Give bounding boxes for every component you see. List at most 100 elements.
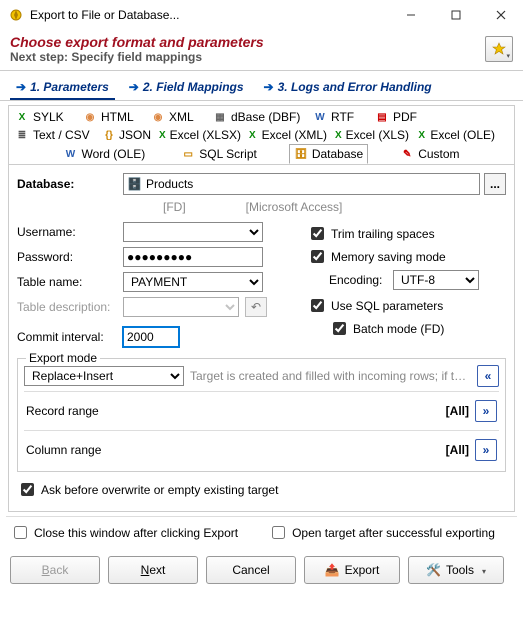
next-button[interactable]: Next [108,556,198,584]
format-label: Custom [418,147,459,161]
export-button[interactable]: 📤Export [304,556,400,584]
database-icon: 🗄️ [127,177,142,191]
format-label: Text / CSV [33,128,90,142]
format-icon: X [417,128,426,142]
tab-logs[interactable]: ➔3. Logs and Error Handling [258,77,438,100]
password-label: Password: [17,250,117,264]
format-xml[interactable]: ◉ XML [147,108,209,126]
db-driver-label: [FD] [163,200,186,214]
format-custom[interactable]: ✎ Custom [396,144,463,164]
export-mode-select[interactable]: Replace+Insert [24,366,184,386]
use-sql-params-checkbox[interactable]: Use SQL parameters [307,296,506,315]
format-label: Word (OLE) [81,147,145,161]
cancel-button[interactable]: Cancel [206,556,296,584]
app-icon [8,7,24,23]
format-label: JSON [119,128,151,142]
minimize-button[interactable] [388,1,433,29]
column-range-label: Column range [26,443,446,457]
tools-icon: 🛠️ [426,563,441,577]
page-subtitle: Next step: Specify field mappings [10,50,485,64]
format-label: dBase (DBF) [231,110,300,124]
format-excel-ole-[interactable]: X Excel (OLE) [413,126,499,144]
database-combo[interactable]: 🗄️ Products [123,173,480,195]
encoding-select[interactable]: UTF-8 [393,270,479,290]
close-button[interactable] [478,1,523,29]
format-label: RTF [331,110,354,124]
format-label: Excel (OLE) [430,128,495,142]
header: Choose export format and parameters Next… [0,30,523,71]
table-name-label: Table name: [17,275,117,289]
format-sql-script[interactable]: ▭ SQL Script [177,144,261,164]
format-label: XML [169,110,194,124]
format-icon: {} [103,128,115,142]
tab-parameters[interactable]: ➔1. Parameters [10,77,115,100]
column-range-expand-button[interactable]: » [475,439,497,461]
format-excel-xml-[interactable]: XExcel (XML) [243,126,331,144]
record-range-value: [All] [446,404,469,418]
format-label: Excel (XLS) [346,128,409,142]
format-icon: W [313,110,327,124]
password-field[interactable] [123,247,263,267]
table-desc-revert-button[interactable]: ↶ [245,297,267,317]
tools-button[interactable]: 🛠️Tools [408,556,504,584]
username-field[interactable] [123,222,263,242]
window-title: Export to File or Database... [30,8,388,22]
format-icon: ◉ [151,110,165,124]
format-icon: ▤ [375,110,389,124]
format-database[interactable]: 🗄 Database [289,144,368,164]
open-target-checkbox[interactable]: Open target after successful exporting [268,523,495,542]
ask-overwrite-checkbox[interactable]: Ask before overwrite or empty existing t… [17,480,506,499]
format-icon: 🗄 [294,147,308,161]
wizard-tabs: ➔1. Parameters ➔2. Field Mappings ➔3. Lo… [0,71,523,101]
format-text-csv[interactable]: ≣Text / CSV [11,126,99,144]
maximize-button[interactable] [433,1,478,29]
record-range-expand-button[interactable]: » [475,400,497,422]
format-pdf[interactable]: ▤PDF [371,108,431,126]
favorites-button[interactable] [485,36,513,62]
memory-saving-checkbox[interactable]: Memory saving mode [307,247,506,266]
footer-options: Close this window after clicking Export … [0,517,523,552]
database-browse-button[interactable]: ... [484,173,506,195]
tab-field-mappings[interactable]: ➔2. Field Mappings [123,77,250,100]
format-icon: ✎ [400,147,414,161]
format-icon: ▦ [213,110,227,124]
page-title: Choose export format and parameters [10,34,485,50]
format-icon: ▭ [181,147,195,161]
format-sylk[interactable]: XSYLK [11,108,79,126]
format-json[interactable]: {} JSON [99,126,155,144]
commit-interval-field[interactable] [123,327,179,347]
export-mode-hint: Target is created and filled with incomi… [190,369,471,383]
format-excel-xls-[interactable]: X Excel (XLS) [331,126,413,144]
format-icon: X [159,128,166,142]
footer-buttons: Back Next Cancel 📤Export 🛠️Tools [0,552,523,594]
format-icon: ◉ [83,110,97,124]
format-word-ole-[interactable]: W Word (OLE) [59,144,149,164]
trim-trailing-checkbox[interactable]: Trim trailing spaces [307,224,506,243]
format-excel-xlsx-[interactable]: X Excel (XLSX) [155,126,243,144]
parameters-panel: Database: 🗄️ Products ... [FD] [Microsof… [8,164,515,512]
format-icon: X [335,128,342,142]
back-button[interactable]: Back [10,556,100,584]
export-mode-collapse-button[interactable]: « [477,365,499,387]
format-label: Database [312,147,363,161]
arrow-icon: ➔ [16,80,26,94]
encoding-label: Encoding: [329,273,389,287]
format-html[interactable]: ◉HTML [79,108,147,126]
table-desc-label: Table description: [17,300,117,314]
batch-mode-checkbox[interactable]: Batch mode (FD) [329,319,506,338]
commit-interval-label: Commit interval: [17,330,117,344]
export-icon: 📤 [325,563,340,577]
format-label: SQL Script [199,147,257,161]
record-range-label: Record range [26,404,446,418]
format-dbase-dbf-[interactable]: ▦ dBase (DBF) [209,108,309,126]
db-type-label: [Microsoft Access] [246,200,343,214]
format-icon: X [15,110,29,124]
format-label: Excel (XML) [262,128,327,142]
export-mode-group: Export mode Replace+Insert Target is cre… [17,358,506,472]
format-icon: W [63,147,77,161]
close-after-export-checkbox[interactable]: Close this window after clicking Export [10,523,238,542]
table-name-field[interactable]: PAYMENT [123,272,263,292]
format-tabs: XSYLK◉HTML◉XML▦dBase (DBF)WRTF▤PDF ≣Text… [8,105,515,165]
format-label: Excel (XLSX) [170,128,241,142]
format-rtf[interactable]: W RTF [309,108,371,126]
